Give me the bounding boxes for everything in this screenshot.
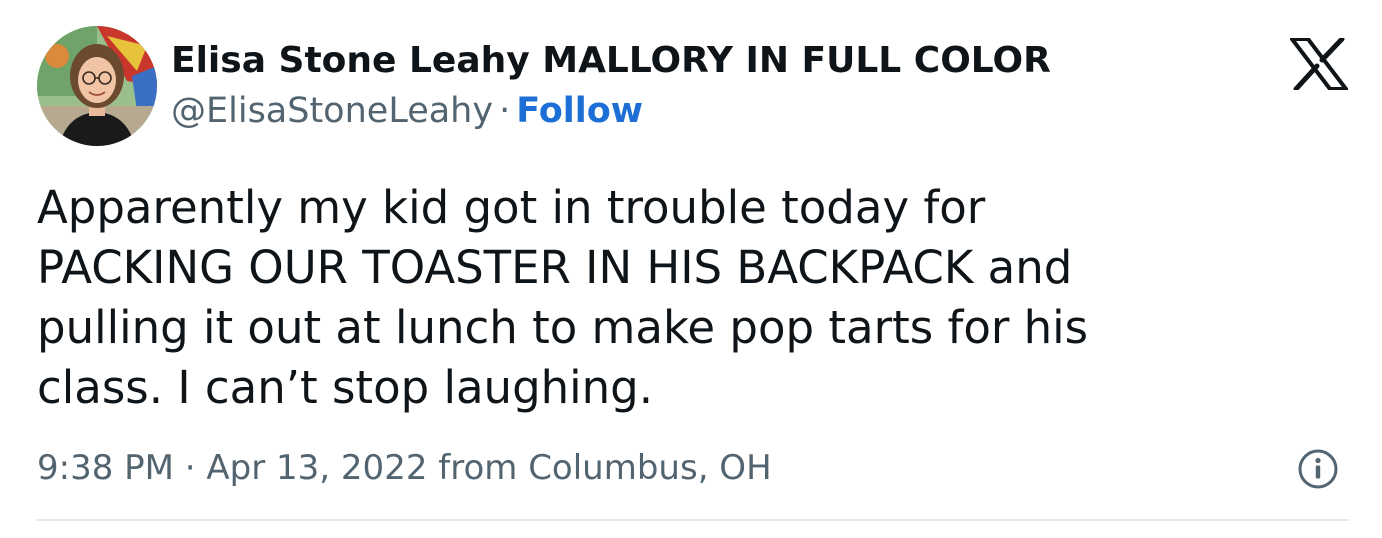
x-logo-icon[interactable] (1290, 36, 1348, 92)
author-display-name[interactable]: Elisa Stone Leahy MALLORY IN FULL COLOR (171, 38, 1051, 84)
avatar[interactable] (37, 26, 157, 146)
tweet-timestamp[interactable]: 9:38 PM · Apr 13, 2022 from Columbus, OH (37, 444, 772, 492)
tweet-text: Apparently my kid got in trouble today f… (37, 181, 1089, 414)
divider (37, 519, 1349, 521)
author-handle[interactable]: @ElisaStoneLeahy (171, 91, 493, 131)
follow-button[interactable]: Follow (516, 91, 643, 131)
author-handle-line: @ElisaStoneLeahy · Follow (171, 88, 643, 134)
info-icon[interactable] (1297, 448, 1339, 490)
handle-separator: · (499, 91, 511, 131)
tweet-card: Elisa Stone Leahy MALLORY IN FULL COLOR … (0, 0, 1382, 538)
